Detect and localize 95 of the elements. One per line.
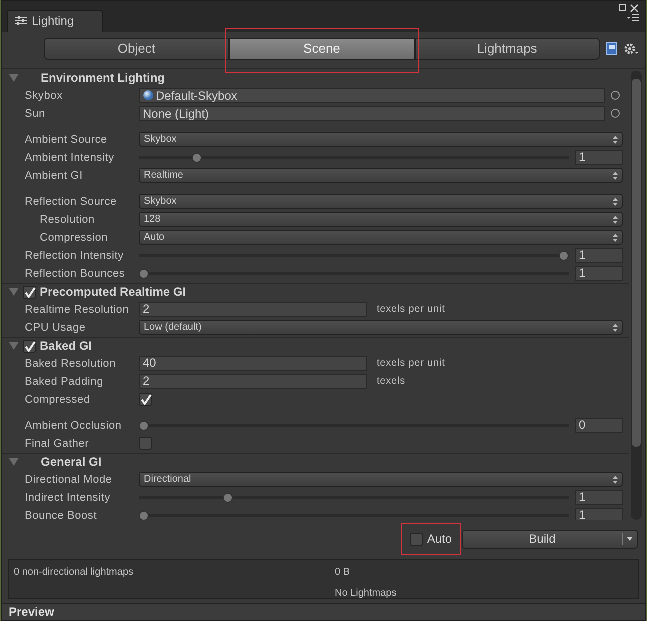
section-title[interactable]: General GI: [41, 453, 102, 472]
number-field[interactable]: 1: [575, 150, 623, 166]
dropdown-value: Skybox: [144, 133, 177, 148]
tab[interactable]: Lightmaps: [414, 38, 600, 60]
window-tab[interactable]: Lighting: [7, 10, 103, 32]
property-label: Ambient Intensity: [25, 150, 116, 166]
number-field[interactable]: 40: [139, 356, 367, 372]
slider-thumb[interactable]: [559, 250, 569, 261]
help-book-icon[interactable]: [606, 42, 618, 56]
number-field[interactable]: 2: [139, 302, 367, 318]
updown-arrows-icon: [613, 476, 618, 484]
property-label: Directional Mode: [25, 472, 114, 488]
property-label: Ambient Source: [25, 132, 108, 148]
checkbox[interactable]: [410, 532, 424, 546]
dropdown-value: Directional: [144, 473, 192, 488]
menu-icon[interactable]: [627, 14, 639, 22]
sphere-icon: [143, 90, 154, 102]
property-label: Ambient Occlusion: [25, 418, 123, 434]
checkmark-icon: [24, 340, 36, 352]
settings-icon[interactable]: [624, 42, 639, 56]
section-title[interactable]: Precomputed Realtime GI: [40, 283, 186, 302]
dropdown-value: Skybox: [144, 195, 177, 210]
property-label: Skybox: [25, 88, 64, 104]
checkmark-icon: [140, 394, 152, 406]
checkbox[interactable]: [23, 340, 36, 353]
number-field[interactable]: 1: [575, 490, 623, 506]
tab[interactable]: Object: [44, 38, 230, 60]
lightmap-count: 0 non-directional lightmaps: [14, 566, 135, 580]
object-field[interactable]: Default-Skybox: [139, 88, 605, 104]
updown-arrows-icon: [613, 234, 618, 242]
property-label: Reflection Bounces: [25, 266, 126, 282]
dropdown-value: Auto: [144, 231, 165, 246]
checkbox[interactable]: [139, 393, 152, 406]
number-field[interactable]: 1: [575, 266, 623, 282]
property-label: Baked Resolution: [25, 356, 118, 372]
tab[interactable]: Scene: [229, 38, 415, 60]
lightmap-status: No Lightmaps: [335, 587, 398, 601]
foldout-arrow-icon[interactable]: [9, 74, 19, 82]
dropdown-value: 128: [144, 213, 161, 228]
foldout-arrow-icon[interactable]: [9, 458, 19, 466]
scrollbar-thumb[interactable]: [632, 78, 641, 447]
checkbox-label: Auto: [427, 531, 452, 548]
unit-label: texels per unit: [377, 357, 446, 372]
number-field[interactable]: 2: [139, 374, 367, 390]
property-label: Indirect Intensity: [25, 490, 112, 506]
scrollbar[interactable]: [631, 70, 642, 520]
section-title[interactable]: Environment Lighting: [41, 68, 165, 87]
dropdown[interactable]: Auto: [139, 230, 623, 246]
checkbox[interactable]: [23, 286, 36, 299]
unit-label: texels per unit: [377, 303, 446, 318]
property-label: Compression: [39, 230, 110, 246]
lightmap-size: 0 B: [335, 566, 352, 580]
checkbox[interactable]: [139, 437, 152, 450]
updown-arrows-icon: [613, 198, 618, 206]
property-label: CPU Usage: [25, 320, 87, 336]
updown-arrows-icon: [613, 216, 618, 224]
number-field[interactable]: 0: [575, 418, 623, 434]
dropdown[interactable]: 128: [139, 212, 623, 228]
dropdown[interactable]: Realtime: [139, 168, 623, 184]
property-label: Reflection Source: [25, 194, 118, 210]
property-label: Compressed: [25, 392, 92, 408]
property-label: Bounce Boost: [25, 508, 98, 520]
property-label: Baked Padding: [25, 374, 105, 390]
dropdown-value: Low (default): [144, 321, 202, 336]
slider-thumb[interactable]: [139, 268, 149, 279]
section-title[interactable]: Baked GI: [40, 337, 92, 356]
property-label: Resolution: [39, 212, 96, 228]
slider-thumb[interactable]: [139, 420, 149, 431]
maximize-icon[interactable]: [619, 4, 626, 11]
slider-thumb[interactable]: [223, 492, 233, 503]
close-icon[interactable]: [630, 4, 639, 13]
slider-thumb[interactable]: [192, 152, 202, 163]
object-field[interactable]: None (Light): [139, 106, 605, 122]
slider-thumb[interactable]: [139, 510, 149, 520]
property-label: Reflection Intensity: [25, 248, 125, 264]
property-label: Final Gather: [25, 436, 90, 452]
updown-arrows-icon: [613, 324, 618, 332]
property-label: Realtime Resolution: [25, 302, 130, 318]
build-button[interactable]: Build: [462, 530, 638, 548]
unit-label: texels: [377, 375, 406, 390]
dropdown-value: Realtime: [144, 169, 184, 184]
preview-header[interactable]: Preview: [2, 603, 645, 620]
sliders-icon: [15, 16, 27, 26]
dropdown[interactable]: Skybox: [139, 132, 623, 148]
updown-arrows-icon: [613, 136, 618, 144]
number-field[interactable]: 1: [575, 508, 623, 520]
dropdown[interactable]: Skybox: [139, 194, 623, 210]
property-label: Ambient GI: [25, 168, 84, 184]
checkmark-icon: [24, 286, 36, 298]
number-field[interactable]: 1: [575, 248, 623, 264]
window-title: Lighting: [32, 13, 74, 30]
updown-arrows-icon: [613, 172, 618, 180]
property-label: Sun: [25, 106, 46, 122]
dropdown[interactable]: Directional: [139, 472, 623, 488]
dropdown[interactable]: Low (default): [139, 320, 623, 336]
